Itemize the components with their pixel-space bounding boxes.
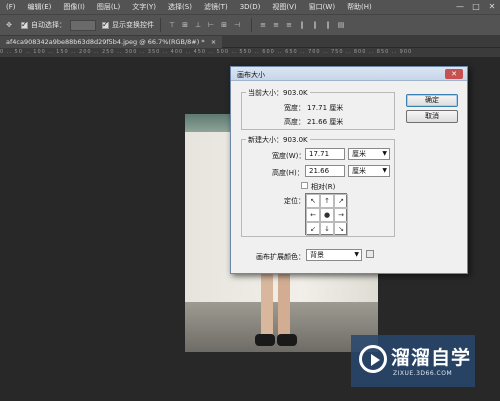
current-size-label: 当前大小：903.0K [246,88,310,98]
watermark-url: ZIXUE.3D66.COM [393,370,453,377]
horizontal-ruler: 0 .. 50 .. 100 .. 150 .. 200 .. 250 .. 3… [0,48,500,57]
menu-select[interactable]: 选择(S) [162,2,198,12]
photo-leg [278,264,290,342]
extension-color-swatch[interactable] [366,250,374,258]
align-right-icon[interactable]: ⊣ [232,20,242,30]
anchor-bottom-icon[interactable]: ↓ [320,222,334,236]
anchor-right-icon[interactable]: → [334,208,348,222]
dialog-title: 画布大小 [237,71,265,79]
ok-button[interactable]: 确定 [406,94,458,107]
anchor-bottom-left-icon[interactable]: ↙ [306,222,320,236]
options-bar: ✥ 自动选择： 显示变换控件 ⊤ ⊞ ⊥ ⊢ ⊞ ⊣ ≡ ≡ ≡ ‖ ‖ ‖ ▤ [0,14,500,36]
menu-bar: (F) 编辑(E) 图像(I) 图层(L) 文字(Y) 选择(S) 滤镜(T) … [0,0,500,14]
align-bottom-icon[interactable]: ⊥ [193,20,203,30]
width-unit-value: 厘米 [352,150,366,158]
current-height-value: 21.66 厘米 [307,118,344,126]
current-width-label: 宽度： [284,104,305,112]
dialog-title-bar[interactable]: 画布大小 ✕ [231,67,467,81]
distribute-bottom-icon[interactable]: ≡ [284,20,294,30]
menu-help[interactable]: 帮助(H) [341,2,378,12]
document-tab[interactable]: af4ca908342a9be88b63d8d29f5b4.jpeg @ 66.… [0,36,223,48]
document-tab-bar: af4ca908342a9be88b63d8d29f5b4.jpeg @ 66.… [0,36,500,48]
chevron-down-icon: ▼ [382,150,387,157]
watermark: 溜溜自学 ZIXUE.3D66.COM [351,335,475,387]
chevron-down-icon: ▼ [354,251,359,258]
menu-window[interactable]: 窗口(W) [303,2,341,12]
watermark-logo-icon [359,345,387,373]
distribute-hcenter-icon[interactable]: ‖ [310,20,320,30]
minimize-icon[interactable]: — [452,0,468,14]
anchor-center-icon[interactable]: ● [320,208,334,222]
menu-type[interactable]: 文字(Y) [126,2,162,12]
menu-file[interactable]: (F) [0,3,22,11]
height-label: 高度(H)： [272,169,304,177]
width-input[interactable]: 17.71 [305,148,345,160]
align-left-icon[interactable]: ⊢ [206,20,216,30]
menu-edit[interactable]: 编辑(E) [22,2,58,12]
auto-select-target-dropdown[interactable] [70,19,96,31]
menu-filter[interactable]: 滤镜(T) [198,2,234,12]
show-transform-label: 显示变换控件 [112,21,154,29]
window-controls: — □ ✕ [452,0,500,14]
current-width-value: 17.71 厘米 [307,104,344,112]
anchor-label: 定位： [284,197,305,205]
menu-image[interactable]: 图像(I) [57,2,91,12]
relative-label: 相对(R) [311,183,336,191]
width-label: 宽度(W)： [272,152,306,160]
height-unit-value: 厘米 [352,167,366,175]
chevron-down-icon: ▼ [382,167,387,174]
options-divider [160,18,161,32]
height-input[interactable]: 21.66 [305,165,345,177]
relative-checkbox[interactable] [301,182,308,189]
extension-color-select[interactable]: 背景 ▼ [306,249,362,261]
close-tab-icon[interactable]: × [211,38,216,46]
photo-sandal [277,334,297,346]
anchor-grid: ↖ ↑ ↗ ← ● → ↙ ↓ ↘ [305,193,348,236]
close-window-icon[interactable]: ✕ [484,0,500,14]
align-hcenter-icon[interactable]: ⊞ [219,20,229,30]
move-tool-icon[interactable]: ✥ [4,20,14,30]
show-transform-checkbox[interactable] [102,20,109,29]
new-size-label: 新建大小：903.0K [246,135,310,145]
distribute-vcenter-icon[interactable]: ≡ [271,20,281,30]
anchor-bottom-right-icon[interactable]: ↘ [334,222,348,236]
current-height-label: 高度： [284,118,305,126]
auto-align-icon[interactable]: ▤ [336,20,346,30]
maximize-icon[interactable]: □ [468,0,484,14]
extension-color-value: 背景 [310,251,324,259]
photo-leg [261,264,273,342]
document-tab-title: af4ca908342a9be88b63d8d29f5b4.jpeg @ 66.… [6,38,205,46]
height-unit-select[interactable]: 厘米 ▼ [348,165,390,177]
dialog-close-icon[interactable]: ✕ [445,69,463,79]
photo-sandal [255,334,275,346]
distribute-right-icon[interactable]: ‖ [323,20,333,30]
distribute-left-icon[interactable]: ‖ [297,20,307,30]
anchor-left-icon[interactable]: ← [306,208,320,222]
cancel-button[interactable]: 取消 [406,110,458,123]
auto-select-checkbox[interactable] [21,20,28,29]
width-unit-select[interactable]: 厘米 ▼ [348,148,390,160]
menu-3d[interactable]: 3D(D) [234,3,267,11]
menu-layer[interactable]: 图层(L) [91,2,126,12]
anchor-top-right-icon[interactable]: ↗ [334,194,348,208]
extension-color-label: 画布扩展颜色： [256,253,305,261]
distribute-top-icon[interactable]: ≡ [258,20,268,30]
align-top-icon[interactable]: ⊤ [167,20,177,30]
align-vcenter-icon[interactable]: ⊞ [180,20,190,30]
options-divider [251,18,252,32]
menu-view[interactable]: 视图(V) [266,2,302,12]
auto-select-label: 自动选择： [31,21,66,29]
watermark-name: 溜溜自学 [391,347,472,369]
anchor-top-icon[interactable]: ↑ [320,194,334,208]
anchor-top-left-icon[interactable]: ↖ [306,194,320,208]
